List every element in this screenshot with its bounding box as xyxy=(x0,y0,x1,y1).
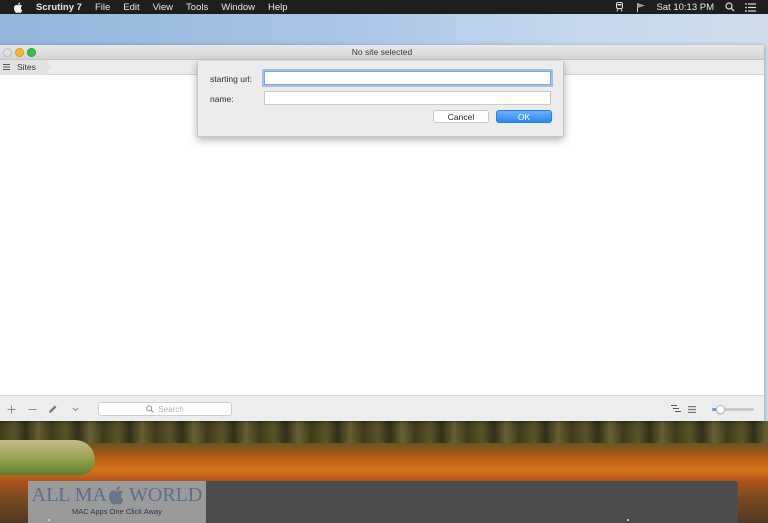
remove-icon[interactable] xyxy=(26,403,38,415)
breadcrumb-label: Sites xyxy=(17,62,36,72)
wallpaper-treeline xyxy=(0,421,768,443)
menu-window[interactable]: Window xyxy=(221,2,255,13)
search-icon xyxy=(146,405,155,413)
title-bar[interactable]: No site selected xyxy=(0,45,764,60)
menu-help[interactable]: Help xyxy=(268,2,288,13)
menu-tools[interactable]: Tools xyxy=(186,2,208,13)
add-icon[interactable] xyxy=(5,403,17,415)
watermark-tagline: MAC Apps One Click Away xyxy=(72,507,162,516)
search-placeholder: Search xyxy=(158,404,184,414)
bottom-toolbar: Search xyxy=(0,395,764,421)
apple-logo-icon xyxy=(108,485,124,505)
search-input[interactable]: Search xyxy=(98,402,232,416)
spotlight-search-icon[interactable] xyxy=(724,2,735,13)
flag-icon[interactable] xyxy=(635,2,646,13)
clock[interactable]: Sat 10:13 PM xyxy=(656,2,714,13)
list-icon xyxy=(3,63,11,71)
train-icon[interactable] xyxy=(614,2,625,13)
starting-url-label: starting url: xyxy=(210,74,253,84)
ok-button[interactable]: OK xyxy=(496,110,552,123)
edit-pencil-icon[interactable] xyxy=(47,403,59,415)
watermark-logo: ALL MA WORLD xyxy=(32,485,203,505)
menu-bar: Scrutiny 7 File Edit View Tools Window H… xyxy=(0,0,768,14)
apple-menu-icon[interactable] xyxy=(13,1,25,13)
watermark-logo-left: ALL MA xyxy=(31,484,108,506)
list-view-icon[interactable] xyxy=(686,403,698,415)
new-site-sheet: starting url: name: Cancel OK xyxy=(197,61,564,137)
name-label: name: xyxy=(210,94,234,104)
maximize-button[interactable] xyxy=(27,48,36,57)
menu-file[interactable]: File xyxy=(95,2,110,13)
close-button[interactable] xyxy=(3,48,12,57)
minimize-button[interactable] xyxy=(15,48,24,57)
breadcrumb-sites[interactable]: Sites xyxy=(0,59,52,75)
status-area: Sat 10:13 PM xyxy=(614,0,756,14)
zoom-slider[interactable] xyxy=(712,405,754,414)
chevron-down-icon[interactable] xyxy=(69,403,81,415)
menu-view[interactable]: View xyxy=(153,2,173,13)
starting-url-input[interactable] xyxy=(264,71,551,85)
dock-indicator xyxy=(48,519,50,521)
outline-view-icon[interactable] xyxy=(670,403,682,415)
window-title: No site selected xyxy=(351,47,413,57)
notification-center-icon[interactable] xyxy=(745,2,756,13)
zoom-slider-knob[interactable] xyxy=(715,405,725,414)
name-input[interactable] xyxy=(264,91,551,105)
watermark-logo-right: WORLD xyxy=(129,484,203,506)
wallpaper-grass xyxy=(0,440,95,475)
app-menu[interactable]: Scrutiny 7 xyxy=(36,2,82,13)
menu-edit[interactable]: Edit xyxy=(123,2,139,13)
cancel-button[interactable]: Cancel xyxy=(433,110,489,123)
watermark: ALL MA WORLD MAC Apps One Click Away xyxy=(28,481,206,523)
dock-indicator xyxy=(627,519,629,521)
